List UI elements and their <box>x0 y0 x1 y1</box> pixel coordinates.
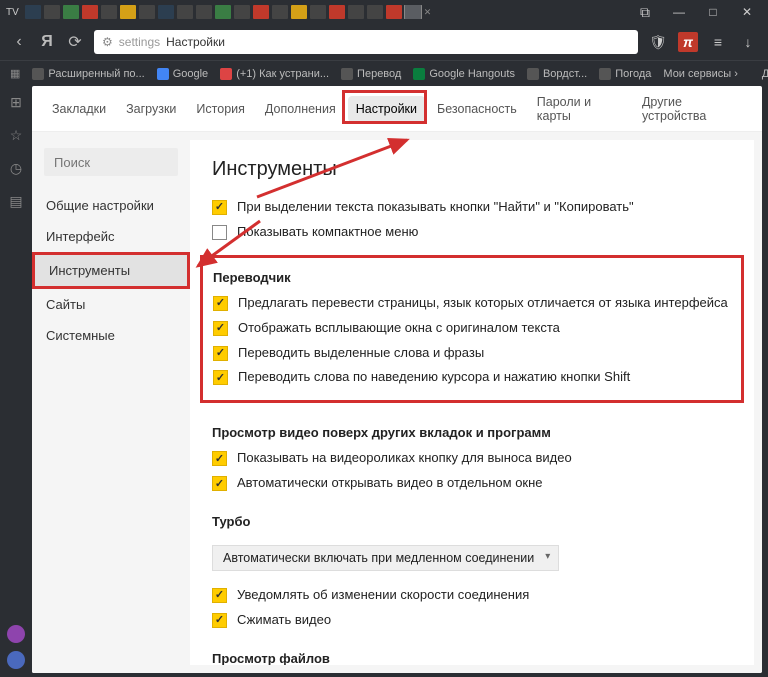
settings-panel: Инструменты При выделении текста показыв… <box>190 140 754 665</box>
apps-icon[interactable]: ▦ <box>10 67 20 80</box>
sidebar-item-system[interactable]: Системные <box>32 320 190 351</box>
section-title-video: Просмотр видео поверх других вкладок и п… <box>212 425 732 440</box>
bookmark-item[interactable]: Расширенный по... <box>32 68 144 80</box>
option-label: Показывать компактное меню <box>237 224 418 241</box>
checkbox-checked-icon[interactable] <box>212 476 227 491</box>
window-minimize-button[interactable]: — <box>664 3 694 21</box>
rail-assistant-blue[interactable] <box>7 651 25 669</box>
bookmark-item[interactable]: (+1) Как устрани... <box>220 68 329 80</box>
checkbox-checked-icon[interactable] <box>213 296 228 311</box>
option-row[interactable]: Автоматически открывать видео в отдельно… <box>212 475 732 492</box>
bookmarks-bar: ▦ Расширенный по... Google (+1) Как устр… <box>0 60 768 86</box>
checkbox-unchecked-icon[interactable] <box>212 225 227 240</box>
window-close-button[interactable]: ✕ <box>732 3 762 21</box>
checkbox-checked-icon[interactable] <box>212 451 227 466</box>
dropdown-label: Автоматически включать при медленном сое… <box>223 551 534 565</box>
option-label: Отображать всплывающие окна с оригиналом… <box>238 320 560 337</box>
bookmark-item[interactable]: Перевод <box>341 68 401 80</box>
section-title-files: Просмотр файлов <box>212 651 732 665</box>
option-label: Автоматически открывать видео в отдельно… <box>237 475 543 492</box>
tab-strip[interactable]: ✕ <box>25 5 432 19</box>
window-maximize-button[interactable]: □ <box>698 3 728 21</box>
settings-page: Закладки Загрузки История Дополнения Нас… <box>32 86 762 673</box>
rail-clock-icon[interactable]: ◷ <box>10 160 22 177</box>
active-tab-icon <box>405 5 421 19</box>
checkbox-checked-icon[interactable] <box>213 346 228 361</box>
sidebar-item-sites[interactable]: Сайты <box>32 289 190 320</box>
option-label: Предлагать перевести страницы, язык кото… <box>238 295 728 312</box>
option-row[interactable]: Предлагать перевести страницы, язык кото… <box>213 295 731 312</box>
option-row[interactable]: Показывать на видеороликах кнопку для вы… <box>212 450 732 467</box>
settings-sidebar: Общие настройки Интерфейс Инструменты Са… <box>32 132 190 673</box>
nav-bar: ‹ Я ⟳ ⚙ settings Настройки 🛡 π ≡ ↓ <box>0 24 768 60</box>
address-text: Настройки <box>166 35 225 49</box>
section-title-translator: Переводчик <box>213 270 731 285</box>
sidebar-item-general[interactable]: Общие настройки <box>32 190 190 221</box>
checkbox-checked-icon[interactable] <box>212 200 227 215</box>
tab-history[interactable]: История <box>188 96 252 122</box>
page-title: Инструменты <box>212 158 732 181</box>
rail-assistant-purple[interactable] <box>7 625 25 643</box>
reload-button[interactable]: ⟳ <box>66 32 84 52</box>
menu-icon[interactable]: ≡ <box>708 32 728 52</box>
bookmark-item[interactable]: Погода <box>599 68 651 80</box>
settings-tabs: Закладки Загрузки История Дополнения Нас… <box>32 86 762 132</box>
shield-icon[interactable]: 🛡 <box>648 32 668 52</box>
left-rail: ⊞ ☆ ◷ ▤ <box>0 86 32 677</box>
option-row[interactable]: Переводить слова по наведению курсора и … <box>213 369 731 386</box>
yandex-button[interactable]: Я <box>38 33 56 51</box>
tab-passwords[interactable]: Пароли и карты <box>529 89 630 129</box>
extension-icon[interactable]: π <box>678 32 698 52</box>
downloads-icon[interactable]: ↓ <box>738 32 758 52</box>
option-row[interactable]: Сжимать видео <box>212 612 732 629</box>
option-row[interactable]: Уведомлять об изменении скорости соедине… <box>212 587 732 604</box>
tab-security[interactable]: Безопасность <box>429 96 525 122</box>
rail-star-icon[interactable]: ☆ <box>10 127 23 144</box>
address-prefix: settings <box>119 35 160 49</box>
bookmark-item[interactable]: Google <box>157 68 208 80</box>
option-label: Переводить выделенные слова и фразы <box>238 345 484 362</box>
window-gap-button[interactable]: ⧉ <box>630 3 660 21</box>
tab-downloads[interactable]: Загрузки <box>118 96 184 122</box>
window-titlebar: TV ✕ ⧉ — □ ✕ <box>0 0 768 24</box>
tv-label: TV <box>6 7 19 18</box>
option-row[interactable]: Переводить выделенные слова и фразы <box>213 345 731 362</box>
checkbox-checked-icon[interactable] <box>213 321 228 336</box>
option-label: При выделении текста показывать кнопки "… <box>237 199 634 216</box>
tab-addons[interactable]: Дополнения <box>257 96 344 122</box>
tab-devices[interactable]: Другие устройства <box>634 89 750 129</box>
rail-apps-icon[interactable]: ⊞ <box>10 94 22 111</box>
checkbox-checked-icon[interactable] <box>213 370 228 385</box>
search-input[interactable] <box>44 148 178 176</box>
bookmark-item[interactable]: Вордст... <box>527 68 587 80</box>
option-row[interactable]: При выделении текста показывать кнопки "… <box>212 199 732 216</box>
option-label: Переводить слова по наведению курсора и … <box>238 369 630 386</box>
sidebar-item-tools[interactable]: Инструменты <box>32 252 190 289</box>
option-label: Сжимать видео <box>237 612 331 629</box>
option-label: Уведомлять об изменении скорости соедине… <box>237 587 529 604</box>
option-row[interactable]: Отображать всплывающие окна с оригиналом… <box>213 320 731 337</box>
section-title-turbo: Турбо <box>212 514 732 529</box>
window-controls: ⧉ — □ ✕ <box>630 3 762 21</box>
tab-settings[interactable]: Настройки <box>348 96 425 122</box>
sidebar-item-interface[interactable]: Интерфейс <box>32 221 190 252</box>
rail-bookmark-icon[interactable]: ▤ <box>9 193 22 210</box>
turbo-dropdown[interactable]: Автоматически включать при медленном сое… <box>212 545 559 571</box>
option-label: Показывать на видеороликах кнопку для вы… <box>237 450 572 467</box>
gear-icon: ⚙ <box>102 35 113 49</box>
bookmark-item[interactable]: Google Hangouts <box>413 68 515 80</box>
option-row[interactable]: Показывать компактное меню <box>212 224 732 241</box>
translator-section-highlight: Переводчик Предлагать перевести страницы… <box>200 255 744 404</box>
checkbox-checked-icon[interactable] <box>212 613 227 628</box>
back-button[interactable]: ‹ <box>10 33 28 51</box>
address-bar[interactable]: ⚙ settings Настройки <box>94 30 638 54</box>
tab-bookmarks[interactable]: Закладки <box>44 96 114 122</box>
checkbox-checked-icon[interactable] <box>212 588 227 603</box>
bookmark-item[interactable]: Мои сервисы › <box>663 68 737 80</box>
other-bookmarks[interactable]: Другие закладки <box>762 68 768 80</box>
